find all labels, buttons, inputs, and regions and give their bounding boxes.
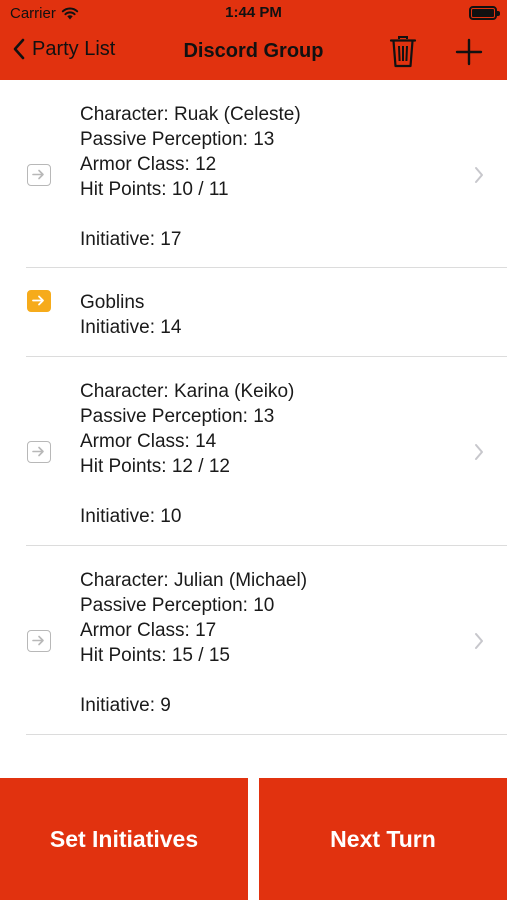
hit-points: Hit Points: 10 / 11	[80, 179, 229, 200]
hit-points: Hit Points: 12 / 12	[80, 456, 230, 477]
active-turn-indicator-icon	[27, 290, 51, 312]
navigation-bar: Party List Discord Group	[0, 26, 507, 80]
combatant-details: Character: Karina (Keiko) Passive Percep…	[80, 379, 294, 529]
set-initiatives-button[interactable]: Set Initiatives	[0, 778, 248, 900]
initiative: Initiative: 17	[80, 229, 182, 250]
initiative: Initiative: 9	[80, 695, 171, 716]
hit-points: Hit Points: 15 / 15	[80, 645, 230, 666]
combatant-details: Character: Ruak (Celeste) Passive Percep…	[80, 102, 301, 252]
row-separator	[26, 734, 507, 735]
trash-icon	[389, 36, 417, 68]
next-turn-button[interactable]: Next Turn	[259, 778, 507, 900]
passive-perception: Passive Perception: 10	[80, 595, 275, 616]
back-button[interactable]: Party List	[12, 37, 115, 61]
back-button-label: Party List	[32, 37, 116, 60]
bottom-action-bar: Set Initiatives Next Turn	[0, 778, 507, 900]
initiative: Initiative: 14	[80, 317, 182, 338]
combatant-row-karina[interactable]: Character: Karina (Keiko) Passive Percep…	[0, 357, 507, 546]
combatant-details: Character: Julian (Michael) Passive Perc…	[80, 568, 307, 718]
battery-icon	[469, 6, 500, 20]
delete-button[interactable]	[388, 35, 418, 69]
character-name: Character: Karina (Keiko)	[80, 381, 295, 402]
passive-perception: Passive Perception: 13	[80, 406, 275, 427]
combatant-list: Character: Ruak (Celeste) Passive Percep…	[0, 80, 507, 735]
combatant-row-julian[interactable]: Character: Julian (Michael) Passive Perc…	[0, 546, 507, 735]
monster-name: Goblins	[80, 292, 145, 313]
status-time: 1:44 PM	[225, 4, 282, 21]
status-bar: Carrier 1:44 PM	[0, 0, 507, 26]
add-button[interactable]	[455, 38, 483, 66]
turn-indicator-icon	[27, 630, 51, 652]
armor-class: Armor Class: 14	[80, 431, 217, 452]
chevron-right-icon	[475, 633, 483, 649]
armor-class: Armor Class: 17	[80, 620, 217, 641]
character-name: Character: Julian (Michael)	[80, 570, 308, 591]
plus-icon	[455, 38, 483, 66]
combatant-row-goblins[interactable]: Goblins Initiative: 14	[0, 268, 507, 357]
initiative: Initiative: 10	[80, 506, 182, 527]
combatant-row-ruak[interactable]: Character: Ruak (Celeste) Passive Percep…	[0, 80, 507, 268]
chevron-right-icon	[475, 444, 483, 460]
turn-indicator-icon	[27, 441, 51, 463]
character-name: Character: Ruak (Celeste)	[80, 104, 301, 125]
chevron-right-icon	[475, 167, 483, 183]
chevron-left-icon	[13, 38, 25, 60]
armor-class: Armor Class: 12	[80, 154, 217, 175]
turn-indicator-icon	[27, 164, 51, 186]
combatant-details: Goblins Initiative: 14	[80, 290, 181, 340]
passive-perception: Passive Perception: 13	[80, 129, 275, 150]
